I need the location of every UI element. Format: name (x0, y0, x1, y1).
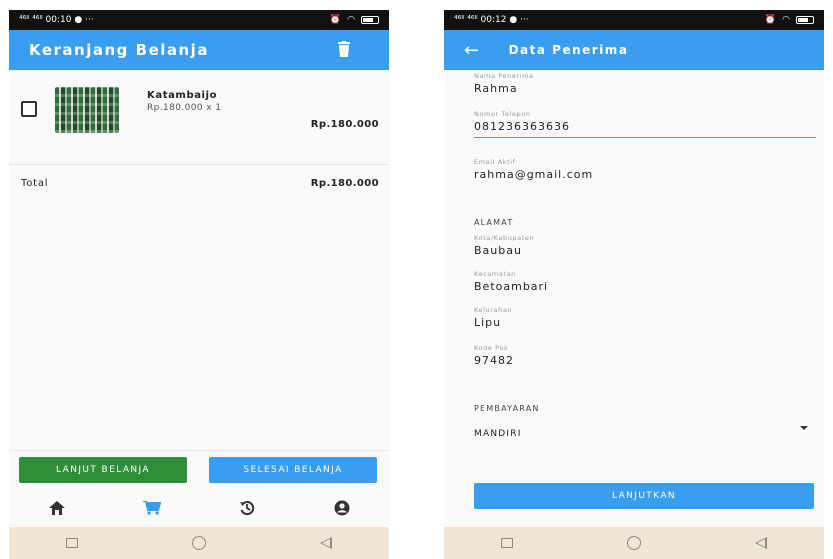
caret-down-icon (800, 426, 808, 430)
alarm-icon: ⏰ (329, 15, 342, 25)
district-field[interactable]: Kecamatan Betoambari (474, 270, 816, 293)
phone-label: Nomor Telepon (474, 110, 531, 118)
recipient-screen: ⁴⁶ᴵˡ ⁴⁶ᴵˡ 00:12 ● ··· ⏰ ◠ ← Data Penerim… (444, 10, 824, 559)
back-triangle-icon[interactable] (320, 537, 332, 549)
product-subtotal: Rp.180.000 (310, 119, 379, 130)
status-time: 00:10 (45, 15, 72, 25)
phone-field[interactable]: Nomor Telepon 081236363636 (474, 110, 816, 138)
battery-icon (361, 16, 379, 24)
page-title: Data Penerima (508, 43, 629, 57)
village-label: Kelurahan (474, 306, 513, 314)
signal-indicator: ⁴⁶ᴵˡ ⁴⁶ᴵˡ (454, 15, 478, 25)
system-nav-bar (9, 527, 389, 559)
city-field[interactable]: Kota/Kabupaten Baubau (474, 234, 816, 257)
status-icons: ● ··· (509, 15, 529, 25)
trash-icon[interactable] (337, 41, 351, 57)
alarm-icon: ⏰ (764, 15, 777, 25)
postal-value: 97482 (474, 354, 514, 367)
cart-screen: ⁴⁶ᴵˡ ⁴⁶ᴵˡ 00:10 ● ··· ⏰ ◠ Keranjang Bela… (9, 10, 389, 559)
item-checkbox[interactable] (21, 101, 37, 117)
status-right: ⏰ ◠ (330, 15, 379, 25)
continue-shopping-button[interactable]: LANJUT BELANJA (19, 457, 187, 483)
signal-indicator: ⁴⁶ᴵˡ ⁴⁶ᴵˡ (19, 15, 43, 25)
email-value: rahma@gmail.com (474, 168, 594, 181)
status-time: 00:12 (480, 15, 507, 25)
app-bar: ← Data Penerima (444, 30, 824, 70)
home-button-icon[interactable] (627, 536, 641, 550)
battery-icon (796, 16, 814, 24)
system-nav-bar (444, 527, 824, 559)
postal-field[interactable]: Kode Pos 97482 (474, 344, 816, 367)
continue-button[interactable]: LANJUTKAN (474, 483, 814, 509)
wifi-icon: ◠ (347, 15, 355, 25)
app-bar: Keranjang Belanja (9, 30, 389, 70)
bottom-nav (9, 493, 389, 523)
name-value: Rahma (474, 82, 518, 95)
product-name: Katambaijo (147, 90, 218, 101)
postal-label: Kode Pos (474, 344, 508, 352)
product-price-qty: Rp.180.000 x 1 (147, 103, 222, 113)
account-icon[interactable] (332, 500, 352, 516)
district-value: Betoambari (474, 280, 549, 293)
payment-dropdown[interactable]: MANDIRI (474, 421, 816, 439)
payment-section-title: PEMBAYARAN (474, 404, 540, 413)
total-row: Total Rp.180.000 (9, 178, 389, 198)
status-bar: ⁴⁶ᴵˡ ⁴⁶ᴵˡ 00:10 ● ··· ⏰ ◠ (9, 10, 389, 30)
home-icon[interactable] (47, 500, 67, 516)
village-field[interactable]: Kelurahan Lipu (474, 306, 816, 329)
total-label: Total (21, 178, 49, 189)
address-section-title: ALAMAT (474, 218, 514, 227)
bottom-panel: LANJUT BELANJA SELESAI BELANJA (9, 450, 389, 527)
name-field[interactable]: Nama Penerima Rahma (474, 72, 816, 95)
recent-apps-icon[interactable] (66, 538, 78, 548)
finish-shopping-button[interactable]: SELESAI BELANJA (209, 457, 377, 483)
email-field[interactable]: Email Aktif rahma@gmail.com (474, 158, 816, 181)
payment-selected: MANDIRI (474, 429, 522, 439)
status-bar: ⁴⁶ᴵˡ ⁴⁶ᴵˡ 00:12 ● ··· ⏰ ◠ (444, 10, 824, 30)
phone-value: 081236363636 (474, 120, 570, 133)
back-arrow-icon[interactable]: ← (464, 40, 481, 61)
wifi-icon: ◠ (782, 15, 790, 25)
product-image (55, 87, 119, 133)
recent-apps-icon[interactable] (501, 538, 513, 548)
cart-icon[interactable] (142, 500, 162, 516)
cart-item: Katambaijo Rp.180.000 x 1 Rp.180.000 (9, 70, 389, 165)
village-value: Lipu (474, 316, 502, 329)
total-value: Rp.180.000 (310, 178, 379, 189)
home-button-icon[interactable] (192, 536, 206, 550)
district-label: Kecamatan (474, 270, 516, 278)
status-right: ⏰ ◠ (765, 15, 814, 25)
city-value: Baubau (474, 244, 522, 257)
email-label: Email Aktif (474, 158, 516, 166)
history-icon[interactable] (237, 500, 257, 516)
back-triangle-icon[interactable] (755, 537, 767, 549)
name-label: Nama Penerima (474, 72, 534, 80)
status-icons: ● ··· (74, 15, 94, 25)
page-title: Keranjang Belanja (29, 41, 209, 59)
city-label: Kota/Kabupaten (474, 234, 535, 242)
